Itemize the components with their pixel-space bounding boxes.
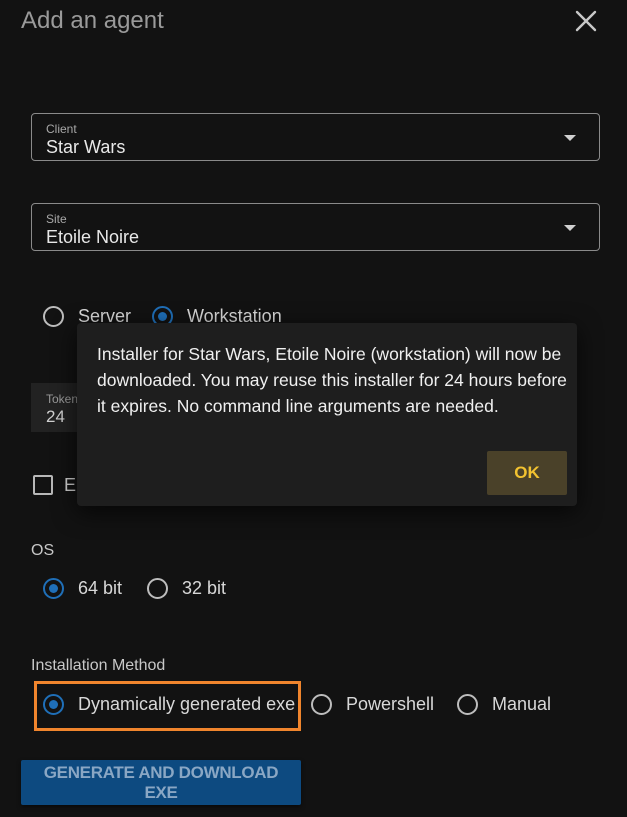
radio-circle-icon[interactable]: [457, 694, 478, 715]
client-select[interactable]: Client Star Wars: [31, 113, 600, 161]
token-value: 24: [46, 407, 65, 426]
radio-powershell-label: Powershell: [346, 694, 435, 714]
radio-selected-icon[interactable]: [43, 694, 64, 715]
client-value: Star Wars: [46, 137, 126, 157]
radio-powershell[interactable]: Powershell: [311, 694, 434, 715]
client-label: Client: [46, 122, 77, 136]
site-select[interactable]: Site Etoile Noire: [31, 203, 600, 251]
radio-32bit-label: 32 bit: [182, 578, 227, 598]
radio-manual[interactable]: Manual: [457, 694, 551, 715]
close-icon[interactable]: [574, 9, 598, 33]
ok-button[interactable]: OK: [487, 451, 567, 495]
radio-dynamic-exe-label: Dynamically generated exe: [78, 694, 296, 714]
chevron-down-icon[interactable]: [564, 225, 576, 231]
dialog-message: Installer for Star Wars, Etoile Noire (w…: [97, 344, 567, 416]
os-label: OS: [31, 542, 55, 559]
checkbox[interactable]: [33, 475, 53, 495]
confirmation-dialog: Installer for Star Wars, Etoile Noire (w…: [77, 323, 577, 506]
generate-download-button[interactable]: GENERATE AND DOWNLOAD EXE: [21, 760, 301, 805]
radio-32bit[interactable]: 32 bit: [147, 578, 226, 599]
radio-selected-icon[interactable]: [43, 578, 64, 599]
radio-manual-label: Manual: [492, 694, 552, 714]
radio-circle-icon[interactable]: [311, 694, 332, 715]
radio-circle-icon[interactable]: [147, 578, 168, 599]
radio-64bit-label: 64 bit: [78, 578, 123, 598]
dialog-title: Add an agent: [21, 7, 164, 34]
radio-64bit[interactable]: 64 bit: [43, 578, 122, 599]
chevron-down-icon[interactable]: [564, 135, 576, 141]
install-method-label: Installation Method: [31, 657, 166, 674]
radio-dynamic-exe[interactable]: Dynamically generated exe: [43, 694, 295, 715]
token-label: Token: [46, 392, 79, 406]
radio-circle-icon[interactable]: [43, 306, 64, 327]
site-label: Site: [46, 212, 67, 226]
site-value: Etoile Noire: [46, 227, 140, 247]
